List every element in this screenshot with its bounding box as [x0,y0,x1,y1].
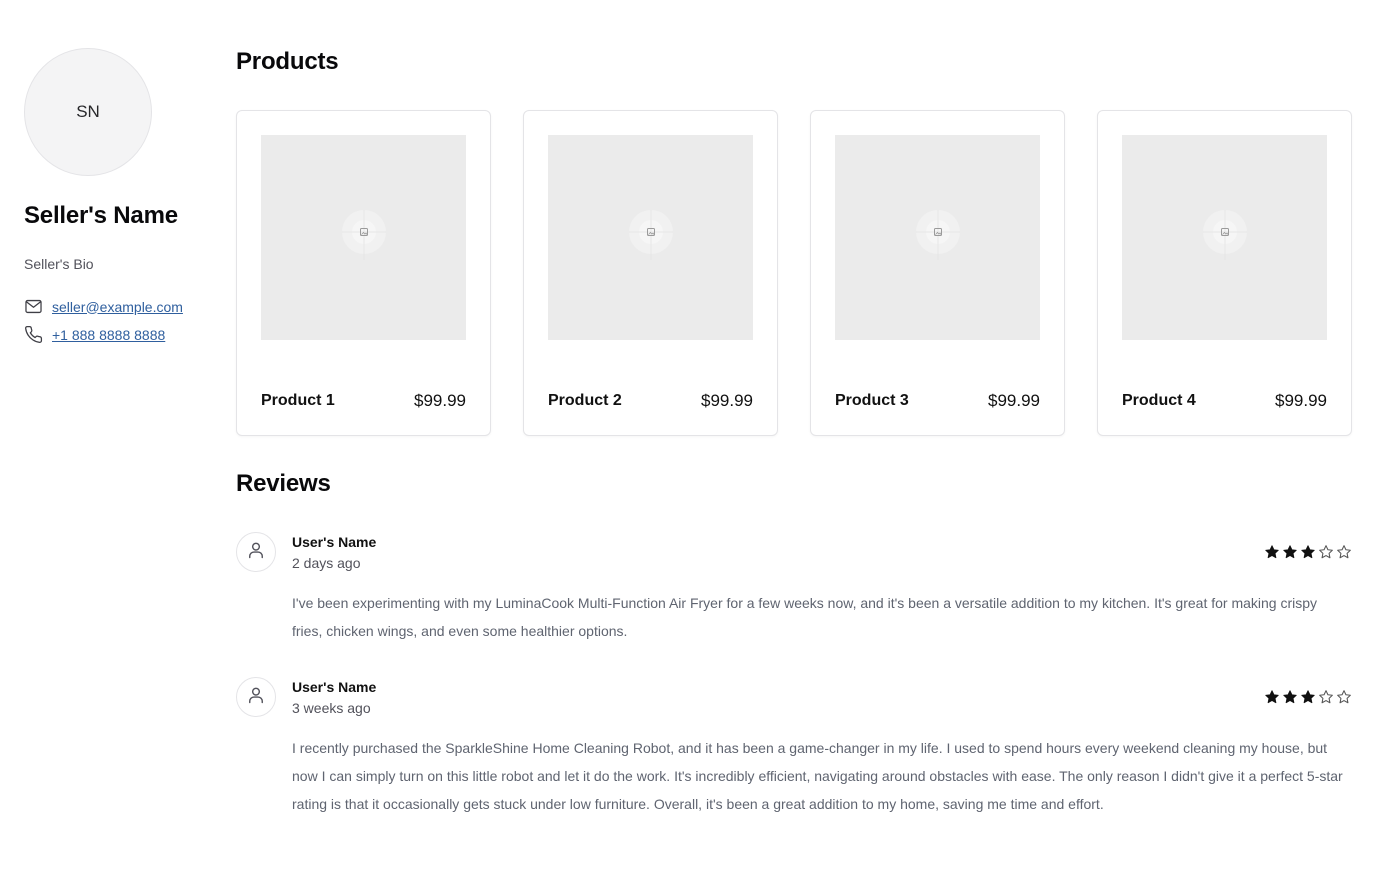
product-price: $99.99 [1275,391,1327,410]
review-text: I've been experimenting with my LuminaCo… [292,595,1318,639]
product-name: Product 1 [261,392,335,409]
seller-name: Seller's Name [24,202,178,229]
reviewer-avatar [236,677,276,717]
user-icon [246,685,266,710]
product-footer: Product 3 $99.99 [835,391,1040,411]
product-card[interactable]: Product 2 $99.99 [523,110,778,436]
review-text: I recently purchased the SparkleShine Ho… [292,740,1343,812]
reviews-heading: Reviews [236,470,331,497]
image-placeholder-icon [914,208,962,267]
contact-phone-row: +1 888 8888 8888 [24,325,214,344]
review-time: 2 days ago [292,555,361,571]
star-outline-icon [1318,689,1334,705]
product-image [261,135,466,340]
review-body: User's Name 2 days ago I've been experim… [292,532,1352,645]
star-outline-icon [1318,544,1334,560]
product-card[interactable]: Product 1 $99.99 [236,110,491,436]
rating-stars [1264,689,1352,705]
star-filled-icon [1264,689,1280,705]
product-image [835,135,1040,340]
product-name: Product 4 [1122,392,1196,409]
star-filled-icon [1264,544,1280,560]
seller-sidebar: SN Seller's Name Seller's Bio seller@exa… [24,48,214,344]
seller-avatar: SN [24,48,152,176]
product-footer: Product 2 $99.99 [548,391,753,411]
main-content: Products Product 1 $99.99 Product 2 $99.… [236,48,1352,818]
review-body: User's Name 3 weeks ago I recently purch… [292,677,1352,818]
reviewer-avatar [236,532,276,572]
star-filled-icon [1300,544,1316,560]
star-outline-icon [1336,689,1352,705]
star-filled-icon [1282,689,1298,705]
product-card[interactable]: Product 4 $99.99 [1097,110,1352,436]
reviewer-name: User's Name [292,679,377,695]
seller-initials: SN [76,102,100,121]
rating-stars [1264,544,1352,560]
product-card[interactable]: Product 3 $99.99 [810,110,1065,436]
seller-email-link[interactable]: seller@example.com [52,299,183,315]
seller-profile-page: SN Seller's Name Seller's Bio seller@exa… [0,0,1376,871]
product-name: Product 2 [548,392,622,409]
review-item: User's Name 2 days ago I've been experim… [236,532,1352,645]
reviewer-name: User's Name [292,534,377,550]
product-price: $99.99 [701,391,753,410]
review-time: 3 weeks ago [292,700,371,716]
products-heading: Products [236,48,339,75]
product-price: $99.99 [988,391,1040,410]
seller-phone-link[interactable]: +1 888 8888 8888 [52,327,165,343]
seller-bio: Seller's Bio [24,256,94,272]
contact-email-row: seller@example.com [24,297,214,316]
star-filled-icon [1300,689,1316,705]
product-price: $99.99 [414,391,466,410]
product-footer: Product 4 $99.99 [1122,391,1327,411]
user-icon [246,540,266,565]
mail-icon [24,297,43,316]
product-footer: Product 1 $99.99 [261,391,466,411]
product-image [1122,135,1327,340]
image-placeholder-icon [1201,208,1249,267]
product-image [548,135,753,340]
product-grid: Product 1 $99.99 Product 2 $99.99 Produc… [236,110,1352,436]
phone-icon [24,325,43,344]
image-placeholder-icon [340,208,388,267]
product-name: Product 3 [835,392,909,409]
review-item: User's Name 3 weeks ago I recently purch… [236,677,1352,818]
star-filled-icon [1282,544,1298,560]
image-placeholder-icon [627,208,675,267]
star-outline-icon [1336,544,1352,560]
